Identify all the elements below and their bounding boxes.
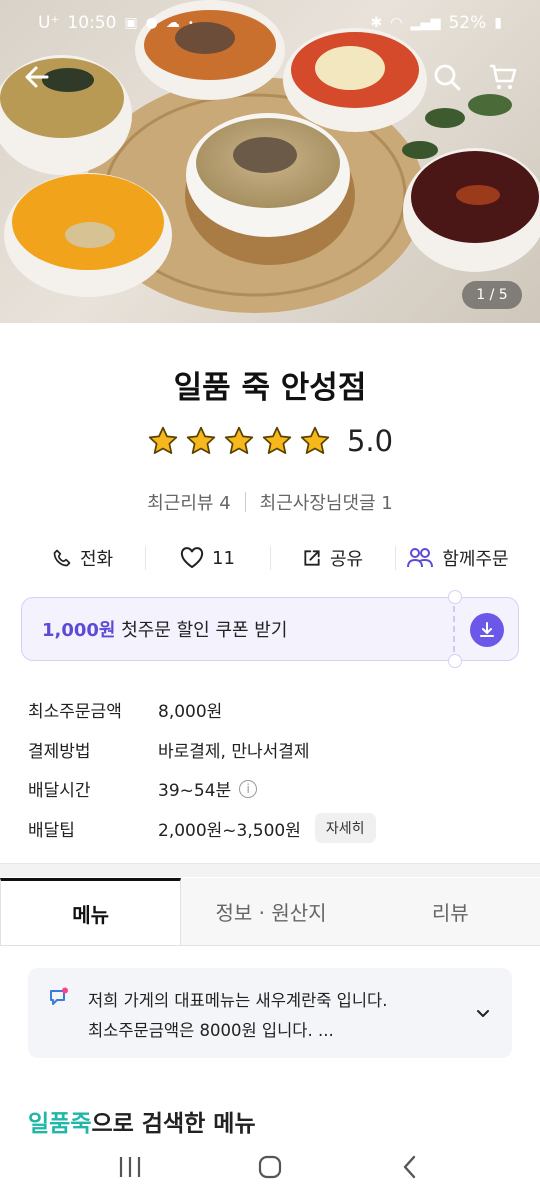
delivery-tip-detail-button[interactable]: 자세히 xyxy=(314,813,376,844)
share-label: 공유 xyxy=(329,549,364,570)
coupon-notch-bottom xyxy=(448,654,462,668)
dot-notification-icon: • xyxy=(187,17,194,29)
section-divider xyxy=(0,863,540,877)
star-icon xyxy=(148,426,178,454)
tab-info-origin[interactable]: 정보 · 원산지 xyxy=(181,878,360,945)
search-section-title: 일품죽으로 검색한 메뉴 xyxy=(28,1104,256,1138)
phone-icon xyxy=(53,549,71,567)
recent-apps-icon xyxy=(119,1157,141,1177)
bluetooth-icon: ✱ xyxy=(370,15,383,31)
info-row-payment: 결제방법 바로결제, 만나서결제 xyxy=(28,730,518,770)
cart-icon xyxy=(490,64,517,89)
signal-icon: ▂▄▆ xyxy=(410,15,441,31)
store-info-table: 최소주문금액 8,000원 결제방법 바로결제, 만나서결제 배달시간 39~5… xyxy=(28,690,518,848)
coupon-divider xyxy=(453,606,455,652)
info-row-delivery-time: 배달시간 39~54분 i xyxy=(28,769,518,809)
info-label: 배달시간 xyxy=(28,781,91,802)
rating-value: 5.0 xyxy=(346,424,394,458)
cloud-notification-icon: ☁ xyxy=(165,15,180,31)
download-icon xyxy=(480,622,494,637)
info-value-wrap: 2,000원~3,500원 자세히 xyxy=(158,813,376,844)
like-count: 11 xyxy=(212,547,235,569)
call-button[interactable]: 전화 xyxy=(20,538,145,578)
coupon-download-button[interactable] xyxy=(470,613,504,647)
info-label: 최소주문금액 xyxy=(28,702,122,723)
search-button[interactable] xyxy=(428,58,466,96)
store-tabs: 메뉴 정보 · 원산지 리뷰 xyxy=(0,878,540,946)
owner-comments-link[interactable]: 최근사장님댓글 1 xyxy=(260,489,393,515)
star-icon xyxy=(262,426,292,454)
info-value: 39~54분 xyxy=(158,781,232,802)
back-arrow-icon xyxy=(25,66,49,88)
coupon-text: 1,000원 첫주문 할인 쿠폰 받기 xyxy=(42,616,287,642)
gallery-notification-icon: ▣ xyxy=(124,15,138,31)
star-icon xyxy=(300,426,330,454)
chevron-left-icon xyxy=(403,1155,416,1179)
info-label: 배달팁 xyxy=(28,820,75,841)
carrier-label: U⁺ xyxy=(38,13,60,33)
review-summary[interactable]: 최근리뷰 4 최근사장님댓글 1 xyxy=(0,489,540,515)
info-row-delivery-tip: 배달팁 2,000원~3,500원 자세히 xyxy=(28,809,518,849)
bulb-notification-icon: ● xyxy=(145,15,158,31)
tab-reviews[interactable]: 리뷰 xyxy=(361,878,540,945)
notice-line: 저희 가게의 대표메뉴는 새우계란죽 입니다. xyxy=(88,991,388,1010)
cart-button[interactable] xyxy=(484,58,522,96)
group-order-label: 함께주문 xyxy=(442,549,509,570)
coupon-amount: 1,000원 xyxy=(42,620,116,641)
notice-text: 저희 가게의 대표메뉴는 새우계란죽 입니다. 최소주문금액은 8000원 입니… xyxy=(88,986,474,1040)
heart-icon xyxy=(180,547,204,569)
system-nav-bar xyxy=(0,1134,540,1200)
info-value-wrap: 39~54분 i xyxy=(158,776,258,802)
back-nav-button[interactable] xyxy=(380,1142,440,1192)
recent-reviews-link[interactable]: 최근리뷰 4 xyxy=(147,489,230,515)
store-name: 일품 죽 안성점 xyxy=(173,370,367,406)
info-label: 결제방법 xyxy=(28,741,91,762)
hero-image[interactable]: U⁺ 10:50 ▣ ● ☁ • ✱ ◠ ▂▄▆ 52% ▮ 1 / 5 xyxy=(0,0,540,323)
food-photo xyxy=(0,0,540,313)
back-button[interactable] xyxy=(18,58,56,96)
home-button[interactable] xyxy=(240,1142,300,1192)
action-row: 전화 11 공유 함께주문 xyxy=(20,538,520,578)
status-bar: U⁺ 10:50 ▣ ● ☁ • ✱ ◠ ▂▄▆ 52% ▮ xyxy=(0,0,540,46)
wifi-icon: ◠ xyxy=(390,15,403,31)
notice-line: 최소주문금액은 8000원 입니다. ... xyxy=(88,1021,334,1040)
status-time: 10:50 xyxy=(67,13,117,33)
like-button[interactable]: 11 xyxy=(145,538,270,578)
info-value: 바로결제, 만나서결제 xyxy=(158,741,310,762)
star-icon xyxy=(224,426,254,454)
chevron-down-icon[interactable] xyxy=(474,986,492,1040)
group-icon xyxy=(407,548,434,568)
info-value: 2,000원~3,500원 xyxy=(158,820,301,841)
home-icon xyxy=(258,1155,282,1179)
image-page-indicator: 1 / 5 xyxy=(462,281,522,309)
coupon-notch-top xyxy=(448,590,462,604)
rating-stars xyxy=(147,425,331,457)
battery-icon: ▮ xyxy=(494,15,502,31)
rating-row[interactable]: 5.0 xyxy=(0,424,540,458)
info-row-min-order: 최소주문금액 8,000원 xyxy=(28,690,518,730)
call-label: 전화 xyxy=(79,549,114,570)
info-icon[interactable]: i xyxy=(239,779,258,798)
tab-menu[interactable]: 메뉴 xyxy=(0,878,182,945)
share-button[interactable]: 공유 xyxy=(270,538,395,578)
store-notice[interactable]: 저희 가게의 대표메뉴는 새우계란죽 입니다. 최소주문금액은 8000원 입니… xyxy=(28,968,512,1058)
info-value: 8,000원 xyxy=(158,702,223,723)
coupon-description: 첫주문 할인 쿠폰 받기 xyxy=(115,620,288,641)
star-icon xyxy=(186,426,216,454)
notice-icon xyxy=(48,987,70,1040)
group-order-button[interactable]: 함께주문 xyxy=(395,538,520,578)
first-order-coupon[interactable]: 1,000원 첫주문 할인 쿠폰 받기 xyxy=(21,590,519,668)
divider xyxy=(244,492,246,512)
search-icon xyxy=(434,64,461,91)
recent-apps-button[interactable] xyxy=(100,1142,160,1192)
share-icon xyxy=(304,550,320,566)
battery-percent: 52% xyxy=(448,13,487,33)
